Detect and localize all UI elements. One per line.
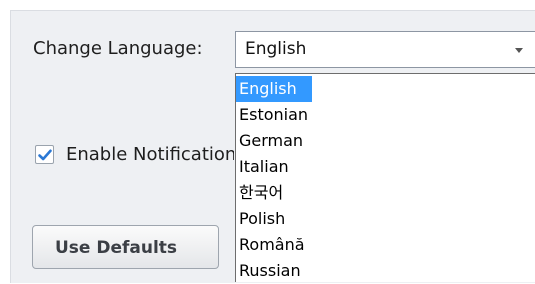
language-option-english[interactable]: English (236, 76, 312, 102)
change-language-label: Change Language: (33, 38, 203, 59)
language-option-romanian[interactable]: Română (236, 232, 535, 258)
language-option-italian[interactable]: Italian (236, 154, 535, 180)
enable-notifications-label: Enable Notifications (66, 144, 234, 165)
language-option-polish[interactable]: Polish (236, 206, 535, 232)
language-option-estonian[interactable]: Estonian (236, 102, 535, 128)
language-select-value: English (245, 39, 307, 59)
language-option-russian[interactable]: Russian (236, 258, 535, 284)
enable-notifications-checkbox[interactable] (35, 145, 54, 164)
language-option-korean[interactable]: 한국어 (236, 180, 535, 206)
language-option-german[interactable]: German (236, 128, 535, 154)
language-select[interactable]: English (235, 31, 535, 68)
language-dropdown-list: English Estonian German Italian 한국어 Poli… (235, 73, 535, 282)
checkmark-icon (38, 149, 52, 161)
chevron-down-icon (515, 48, 523, 53)
use-defaults-button[interactable]: Use Defaults (32, 225, 219, 269)
